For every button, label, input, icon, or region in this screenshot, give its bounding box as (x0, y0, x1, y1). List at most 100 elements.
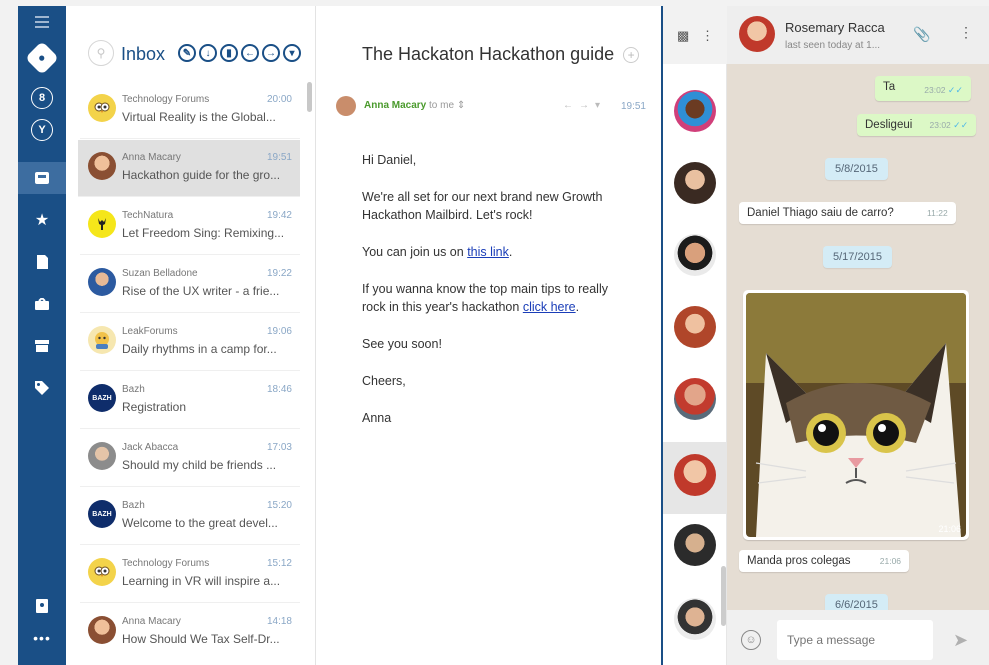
mail-sender: TechNatura (122, 210, 174, 221)
contact-avatar[interactable] (674, 306, 716, 348)
unified-accounts-icon[interactable]: ● (18, 41, 66, 75)
sent-icon[interactable] (18, 288, 66, 320)
reply-icon[interactable]: ← (563, 100, 579, 111)
forward-icon[interactable]: → (579, 100, 595, 111)
yahoo-account-icon[interactable]: Y (18, 114, 66, 146)
chat-contacts-strip: ▩ ⋮ (663, 6, 727, 665)
more-dropdown-icon[interactable]: ▾ (595, 100, 606, 111)
bazh-logo-icon: BAZH (88, 500, 116, 528)
inbox-nav-icon[interactable] (18, 162, 66, 194)
contact-avatar[interactable] (739, 16, 775, 52)
time-text: 23:02 (924, 85, 946, 95)
text: You can join us on (362, 245, 468, 259)
mail-sender: Suzan Belladone (122, 268, 198, 279)
sender-avatar (336, 96, 356, 116)
compose-icon[interactable]: ✎ (178, 44, 196, 62)
mail-time: 20:00 (266, 94, 292, 105)
mail-list-item[interactable]: BAZH Bazh 18:46 Registration (80, 372, 300, 429)
delete-icon[interactable]: ▮ (220, 44, 238, 62)
contact-avatar[interactable] (674, 234, 716, 276)
avatar (88, 442, 116, 470)
menu-dots-icon[interactable]: ⋮ (701, 28, 714, 44)
hamburger-menu-icon[interactable] (18, 10, 66, 34)
message-time: 23:02 ✓✓ (924, 85, 963, 96)
cat-photo (746, 293, 966, 537)
message-toolbar: ✎ ↓ ▮ ← → ▾ (178, 44, 301, 62)
deer-icon (88, 210, 116, 238)
mail-list-item[interactable]: Jack Abacca 17:03 Should my child be fri… (80, 430, 300, 487)
message-time: 23:02 ✓✓ (930, 120, 969, 130)
mail-time: 19:42 (266, 210, 292, 221)
bazh-logo-icon: BAZH (88, 384, 116, 412)
send-icon[interactable]: ➤ (953, 630, 968, 651)
more-dropdown-icon[interactable]: ▾ (283, 44, 301, 62)
more-apps-icon[interactable]: ••• (18, 622, 66, 654)
email-paragraph: Cheers, (362, 374, 406, 388)
email-header: Anna Macary to me ⇕ ←→▾ 19:51 (336, 94, 646, 124)
menu-dots-icon[interactable]: ⋮ (959, 24, 973, 41)
contacts-icon[interactable] (18, 590, 66, 622)
contact-avatar[interactable] (674, 524, 716, 566)
incoming-message[interactable]: Manda pros colegas 21:06 (739, 550, 910, 572)
email-subject: The Hackaton Hackathon guide (362, 44, 615, 64)
drafts-icon[interactable] (18, 246, 66, 278)
incoming-message[interactable]: Daniel Thiago saiu de carro? 11:22 (739, 202, 956, 224)
message-input[interactable] (777, 620, 933, 660)
date-separator: 5/17/2015 (823, 246, 892, 268)
google-account-icon[interactable]: 8 (18, 82, 66, 114)
tips-link[interactable]: click here (523, 300, 576, 314)
chat-strip-header: ▩ ⋮ (663, 6, 727, 64)
contact-avatar[interactable] (674, 162, 716, 204)
message-list-header: ⚲ Inbox ✎ ↓ ▮ ← → ▾ (66, 6, 316, 80)
outgoing-message[interactable]: Ta 23:02 ✓✓ (875, 76, 971, 101)
mail-list-item[interactable]: Technology Forums 15:12 Learning in VR w… (80, 546, 300, 603)
details-toggle-icon[interactable]: ⇕ (457, 100, 465, 111)
download-icon[interactable]: ↓ (199, 44, 217, 62)
contact-avatar[interactable] (674, 378, 716, 420)
reading-pane: The Hackaton Hackathon guide + Anna Maca… (316, 6, 661, 665)
date-separator: 5/8/2015 (825, 158, 888, 180)
mail-list-item-selected[interactable]: Anna Macary 19:51 Hackathon guide for th… (78, 140, 300, 197)
contact-avatar[interactable] (674, 90, 716, 132)
text: . (575, 300, 580, 314)
contact-avatar[interactable] (674, 598, 716, 640)
email-time: 19:51 (620, 101, 646, 112)
email-paragraph: See you soon! (362, 337, 442, 351)
mail-list-item[interactable]: Anna Macary 14:18 How Should We Tax Self… (80, 604, 300, 661)
email-actions: ←→▾ (563, 100, 606, 111)
contact-avatar-selected[interactable] (674, 454, 716, 496)
tag-icon[interactable] (18, 372, 66, 404)
nav-rail: ● 8 Y ★ ••• (18, 6, 66, 665)
email-paragraph: You can join us on this link. (362, 243, 632, 261)
mail-list-item[interactable]: Technology Forums 20:00 Virtual Reality … (80, 82, 300, 139)
attach-icon[interactable]: 📎 (913, 26, 930, 43)
read-check-icon: ✓✓ (947, 85, 963, 95)
mail-time: 14:18 (266, 616, 292, 627)
avatar (88, 268, 116, 296)
outgoing-message[interactable]: Desligeui 23:02 ✓✓ (857, 114, 977, 136)
mail-sender: Bazh (122, 500, 145, 511)
message-time: 11:22 (927, 208, 948, 218)
forward-icon[interactable]: → (262, 44, 280, 62)
archive-icon[interactable] (18, 330, 66, 362)
starred-icon[interactable]: ★ (18, 204, 66, 236)
mail-list-item[interactable]: BAZH Bazh 15:20 Welcome to the great dev… (80, 488, 300, 545)
emoji-icon[interactable]: ☺ (741, 630, 761, 650)
mail-list-item[interactable]: TechNatura 19:42 Let Freedom Sing: Remix… (80, 198, 300, 255)
contacts-scrollbar[interactable] (721, 566, 726, 626)
contact-name: Rosemary Racca (785, 20, 885, 35)
mail-subject: How Should We Tax Self-Dr... (122, 632, 280, 646)
photo-message[interactable]: 21:06 (743, 290, 969, 540)
mail-list-item[interactable]: LeakForums 19:06 Daily rhythms in a camp… (80, 314, 300, 371)
search-icon[interactable]: ⚲ (88, 40, 114, 66)
mail-list-scrollbar[interactable] (307, 82, 312, 112)
mail-subject: Daily rhythms in a camp for... (122, 342, 277, 356)
join-link[interactable]: this link (467, 245, 509, 259)
chat-icon[interactable]: ▩ (677, 28, 689, 44)
mail-time: 19:22 (266, 268, 292, 279)
add-icon[interactable]: + (623, 47, 640, 64)
email-body: Hi Daniel, We're all set for our next br… (362, 151, 632, 446)
mail-list-item[interactable]: Suzan Belladone 19:22 Rise of the UX wri… (80, 256, 300, 313)
reply-icon[interactable]: ← (241, 44, 259, 62)
avatar (88, 152, 116, 180)
